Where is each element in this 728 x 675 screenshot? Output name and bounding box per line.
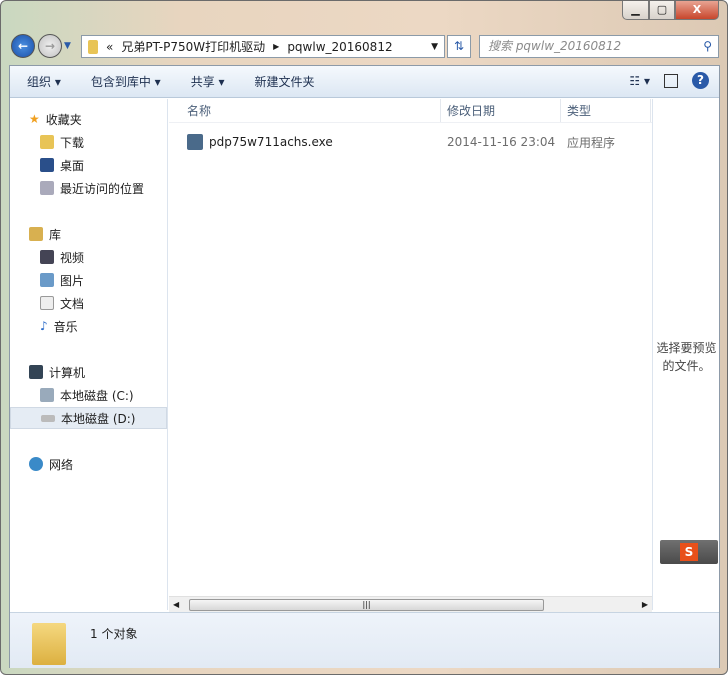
- label: 音乐: [53, 319, 78, 334]
- scroll-left-icon[interactable]: ◀: [173, 600, 179, 609]
- document-icon: [40, 296, 54, 310]
- drive-icon: [41, 414, 55, 422]
- organize-button[interactable]: 组织 ▾: [27, 73, 61, 90]
- maximize-button[interactable]: ▢: [649, 1, 675, 20]
- label: 网络: [49, 457, 74, 472]
- label: 计算机: [49, 365, 86, 380]
- preview-pane-icon[interactable]: [664, 73, 678, 88]
- label: 本地磁盘 (C:): [60, 388, 134, 403]
- breadcrumb-current[interactable]: pqwlw_20160812: [287, 40, 392, 54]
- label: 最近访问的位置: [60, 181, 145, 196]
- chevron-right-icon[interactable]: ▶: [273, 42, 279, 51]
- sidebar-item-desktop[interactable]: 桌面: [10, 154, 167, 176]
- system-drive-icon: [40, 388, 54, 402]
- sidebar-item-drive-d[interactable]: 本地磁盘 (D:): [10, 407, 167, 429]
- sidebar-item-pictures[interactable]: 图片: [10, 269, 167, 291]
- horizontal-scrollbar[interactable]: ◀ ||| ▶: [169, 596, 652, 613]
- label: 收藏夹: [45, 112, 82, 127]
- minimize-button[interactable]: ▁: [622, 1, 649, 20]
- sidebar-item-videos[interactable]: 视频: [10, 246, 167, 268]
- scroll-right-icon[interactable]: ▶: [642, 600, 648, 609]
- toolbar: 组织 ▾ 包含到库中 ▾ 共享 ▾ 新建文件夹 ☷ ▾ ?: [10, 66, 719, 98]
- label: 视频: [60, 250, 85, 265]
- desktop-icon: [40, 158, 54, 172]
- view-options-icon[interactable]: ☷ ▾: [629, 74, 650, 88]
- sidebar-favorites[interactable]: ★ 收藏夹: [10, 108, 167, 130]
- sidebar-computer[interactable]: 计算机: [10, 361, 167, 383]
- breadcrumb-overflow[interactable]: «: [106, 40, 113, 54]
- sidebar-item-music[interactable]: ♪ 音乐: [10, 315, 167, 337]
- column-header-type[interactable]: 类型: [561, 99, 651, 122]
- item-count: 1 个对象: [90, 627, 138, 641]
- refresh-button[interactable]: ⇅: [447, 35, 471, 58]
- back-button[interactable]: ←: [11, 34, 35, 58]
- preview-pane: 选择要预览的文件。: [652, 99, 720, 610]
- exe-file-icon: [187, 134, 203, 150]
- video-icon: [40, 250, 54, 264]
- label: 下载: [60, 135, 85, 150]
- computer-icon: [29, 365, 43, 379]
- breadcrumb-parent[interactable]: 兄弟PT-P750W打印机驱动: [121, 38, 265, 55]
- star-icon: ★: [29, 112, 40, 126]
- search-placeholder: 搜索 pqwlw_20160812: [488, 39, 622, 53]
- recent-pages-dropdown[interactable]: ▼: [64, 41, 71, 51]
- recent-places-icon: [40, 181, 54, 195]
- ime-toolbar[interactable]: S: [660, 540, 718, 564]
- include-in-library-button[interactable]: 包含到库中 ▾: [91, 73, 161, 90]
- column-header-date[interactable]: 修改日期: [441, 99, 561, 122]
- address-dropdown-icon[interactable]: ▼: [431, 42, 438, 52]
- search-input[interactable]: 搜索 pqwlw_20160812 ⚲: [479, 35, 719, 58]
- share-button[interactable]: 共享 ▾: [191, 73, 225, 90]
- sidebar-libraries[interactable]: 库: [10, 223, 167, 245]
- sidebar-item-recent[interactable]: 最近访问的位置: [10, 177, 167, 199]
- label: 文档: [60, 296, 85, 311]
- file-name: pdp75w711achs.exe: [209, 135, 333, 149]
- label: 图片: [60, 273, 85, 288]
- sidebar-item-documents[interactable]: 文档: [10, 292, 167, 314]
- scrollbar-thumb[interactable]: |||: [189, 599, 544, 611]
- label: 库: [49, 227, 62, 242]
- music-icon: ♪: [40, 319, 48, 333]
- library-icon: [29, 227, 43, 241]
- file-date: 2014-11-16 23:04: [447, 135, 556, 149]
- file-type: 应用程序: [567, 135, 616, 150]
- details-pane: 1 个对象: [10, 612, 719, 668]
- preview-message: 选择要预览的文件。: [656, 341, 717, 373]
- sidebar-item-downloads[interactable]: 下载: [10, 131, 167, 153]
- folder-icon: [88, 39, 98, 54]
- forward-button[interactable]: →: [38, 34, 62, 58]
- explorer-window: ▁ ▢ X ← → ▼ « 兄弟PT-P750W打印机驱动 ▶ pqwlw_20…: [0, 0, 728, 675]
- navigation-pane: ★ 收藏夹 下载 桌面 最近访问的位置 库 视频 图片 文档 ♪ 音乐 计算机 本地…: [10, 99, 168, 610]
- sogou-logo-icon: S: [680, 543, 698, 561]
- address-bar[interactable]: « 兄弟PT-P750W打印机驱动 ▶ pqwlw_20160812 ▼: [81, 35, 445, 58]
- folder-large-icon: [32, 623, 66, 665]
- network-icon: [29, 457, 43, 471]
- sidebar-item-drive-c[interactable]: 本地磁盘 (C:): [10, 384, 167, 406]
- help-icon[interactable]: ?: [692, 72, 709, 89]
- column-header-name[interactable]: 名称: [169, 99, 441, 122]
- close-button[interactable]: X: [675, 1, 719, 20]
- file-list: 名称 修改日期 类型 pdp75w711achs.exe 2014-11-16 …: [169, 99, 652, 610]
- file-row[interactable]: pdp75w711achs.exe 2014-11-16 23:04 应用程序: [169, 131, 652, 153]
- label: 本地磁盘 (D:): [61, 411, 136, 426]
- search-icon[interactable]: ⚲: [703, 36, 712, 57]
- download-folder-icon: [40, 135, 54, 149]
- sidebar-network[interactable]: 网络: [10, 453, 167, 475]
- picture-icon: [40, 273, 54, 287]
- new-folder-button[interactable]: 新建文件夹: [255, 73, 315, 90]
- label: 桌面: [60, 158, 85, 173]
